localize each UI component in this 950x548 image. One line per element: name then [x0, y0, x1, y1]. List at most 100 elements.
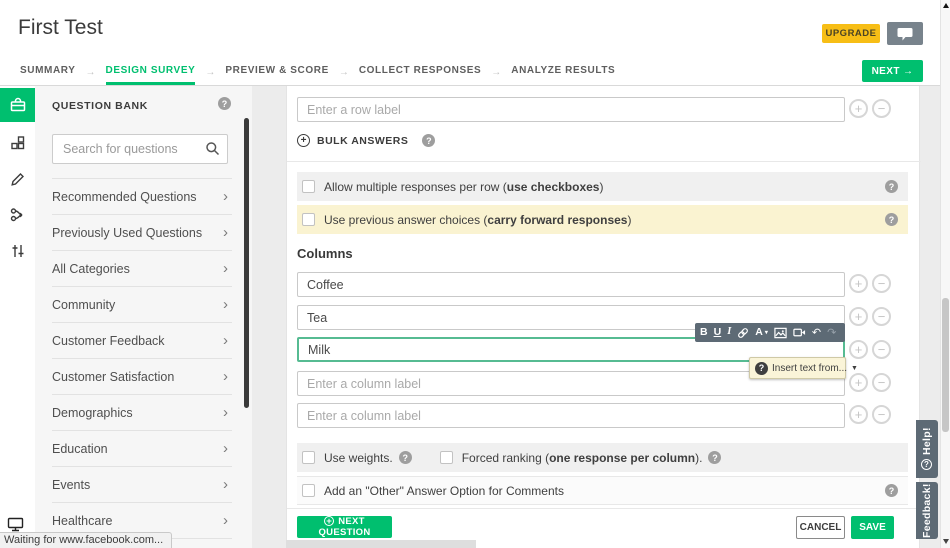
chevron-right-icon: ›: [223, 188, 228, 205]
branching-logic-icon: [10, 208, 22, 222]
rail-item-design[interactable]: [0, 162, 35, 196]
category-item[interactable]: Recommended Questions ›: [52, 179, 232, 215]
sidebar-scrollbar[interactable]: [244, 118, 249, 408]
link-button[interactable]: [737, 327, 749, 339]
tab-preview-score[interactable]: PREVIEW & SCORE: [225, 57, 328, 85]
video-camera-icon: [793, 328, 805, 337]
chevron-right-icon: ›: [223, 404, 228, 421]
use-weights-checkbox[interactable]: [302, 451, 315, 464]
category-item[interactable]: Demographics ›: [52, 395, 232, 431]
row-label-input[interactable]: [297, 97, 845, 122]
feedback-bubble-button[interactable]: [887, 22, 923, 45]
italic-button[interactable]: I: [727, 327, 731, 338]
tab-analyze-results[interactable]: ANALYZE RESULTS: [511, 57, 615, 85]
remove-row-button[interactable]: −: [872, 99, 891, 118]
bulk-answers-button[interactable]: + BULK ANSWERS ?: [297, 134, 436, 147]
tab-summary[interactable]: SUMMARY: [20, 57, 76, 85]
tab-design-survey[interactable]: DESIGN SURVEY: [105, 57, 196, 85]
save-button[interactable]: SAVE: [851, 516, 894, 539]
previous-answers-checkbox[interactable]: [302, 213, 315, 226]
insert-image-button[interactable]: [774, 327, 787, 339]
link-icon: [738, 327, 749, 338]
search-icon: [206, 142, 220, 156]
add-column-button[interactable]: +: [849, 340, 868, 359]
column-input-coffee[interactable]: [297, 272, 845, 297]
rail-item-question-bank[interactable]: [0, 88, 35, 122]
category-item[interactable]: Community ›: [52, 287, 232, 323]
bulk-answers-help-icon[interactable]: ?: [422, 134, 436, 147]
remove-column-button[interactable]: −: [872, 405, 891, 424]
allow-multiple-checkbox[interactable]: [302, 180, 315, 193]
add-column-button[interactable]: +: [849, 307, 868, 326]
forced-ranking-checkbox[interactable]: [439, 451, 453, 464]
feedback-tab[interactable]: Feedback!: [916, 482, 938, 539]
help-question-icon: ?: [921, 459, 933, 471]
category-item[interactable]: Education ›: [52, 431, 232, 467]
builder-icon-rail: [0, 86, 35, 548]
survey-title: First Test: [18, 16, 103, 39]
add-row-button[interactable]: +: [849, 99, 868, 118]
bold-button[interactable]: B: [700, 327, 708, 338]
other-option-checkbox[interactable]: [302, 484, 315, 497]
tab-collect-responses[interactable]: COLLECT RESPONSES: [359, 57, 481, 85]
scroll-up-arrow-icon[interactable]: [943, 3, 949, 8]
cancel-button[interactable]: CANCEL: [796, 516, 845, 539]
browser-scrollbar[interactable]: [940, 0, 950, 548]
chevron-right-icon: ›: [223, 332, 228, 349]
caret-down-icon: ▾: [764, 329, 768, 336]
rail-item-templates[interactable]: [0, 126, 35, 160]
chevron-right-icon: ›: [223, 512, 228, 529]
undo-button[interactable]: ↶: [812, 327, 821, 338]
search-input[interactable]: [52, 134, 228, 164]
next-step-button[interactable]: NEXT →: [862, 60, 923, 82]
category-item[interactable]: Customer Feedback ›: [52, 323, 232, 359]
question-bank-title: QUESTION BANK: [52, 100, 148, 112]
divider: [287, 508, 921, 509]
remove-column-button[interactable]: −: [872, 307, 891, 326]
rail-item-options[interactable]: [0, 234, 35, 268]
insert-video-button[interactable]: [793, 327, 806, 338]
app-header: First Test UPGRADE: [0, 0, 950, 57]
arrow-separator-icon: →: [491, 66, 502, 78]
insert-text-from-dropdown[interactable]: ? Insert text from... ▼: [749, 357, 858, 379]
remove-column-button[interactable]: −: [872, 340, 891, 359]
category-item[interactable]: All Categories ›: [52, 251, 232, 287]
help-tab[interactable]: ? Help!: [916, 420, 938, 478]
use-weights-help-icon[interactable]: ?: [398, 451, 412, 464]
remove-column-button[interactable]: −: [872, 373, 891, 392]
pencil-icon: [10, 173, 24, 186]
question-bank-help-icon[interactable]: ?: [218, 97, 231, 110]
redo-button[interactable]: ↷: [827, 327, 836, 338]
rail-item-logic[interactable]: [0, 198, 35, 232]
question-editor-panel: + − + BULK ANSWERS ? Allow multiple resp…: [286, 86, 921, 548]
previous-answers-help-icon[interactable]: ?: [885, 213, 898, 226]
upgrade-button[interactable]: UPGRADE: [822, 24, 880, 43]
add-column-button[interactable]: +: [849, 405, 868, 424]
next-question-button[interactable]: + NEXT QUESTION: [297, 516, 392, 538]
category-item[interactable]: Events ›: [52, 467, 232, 503]
chevron-right-icon: ›: [223, 260, 228, 277]
chevron-right-icon: ›: [223, 368, 228, 385]
remove-column-button[interactable]: −: [872, 274, 891, 293]
arrow-separator-icon: →: [205, 66, 216, 78]
other-option-help-icon[interactable]: ?: [885, 484, 898, 497]
category-item[interactable]: Previously Used Questions ›: [52, 215, 232, 251]
scroll-down-arrow-icon[interactable]: [943, 539, 949, 544]
add-column-button[interactable]: +: [849, 373, 868, 392]
font-color-button[interactable]: A ▾: [755, 327, 768, 338]
plus-circle-icon: +: [324, 516, 335, 526]
arrow-separator-icon: →: [338, 66, 349, 78]
category-list: Recommended Questions › Previously Used Q…: [52, 178, 232, 539]
add-column-button[interactable]: +: [849, 274, 868, 293]
column-label-input-empty[interactable]: [297, 403, 845, 428]
arrow-right-icon: →: [903, 65, 914, 77]
tooltip-stub: [286, 540, 476, 548]
chevron-right-icon: ›: [223, 476, 228, 493]
columns-heading: Columns: [297, 246, 353, 261]
underline-button[interactable]: U: [714, 327, 722, 338]
scrollbar-thumb[interactable]: [942, 298, 949, 432]
monitor-icon: [7, 517, 24, 532]
category-item[interactable]: Customer Satisfaction ›: [52, 359, 232, 395]
allow-multiple-help-icon[interactable]: ?: [885, 180, 898, 193]
forced-ranking-help-icon[interactable]: ?: [708, 451, 722, 464]
